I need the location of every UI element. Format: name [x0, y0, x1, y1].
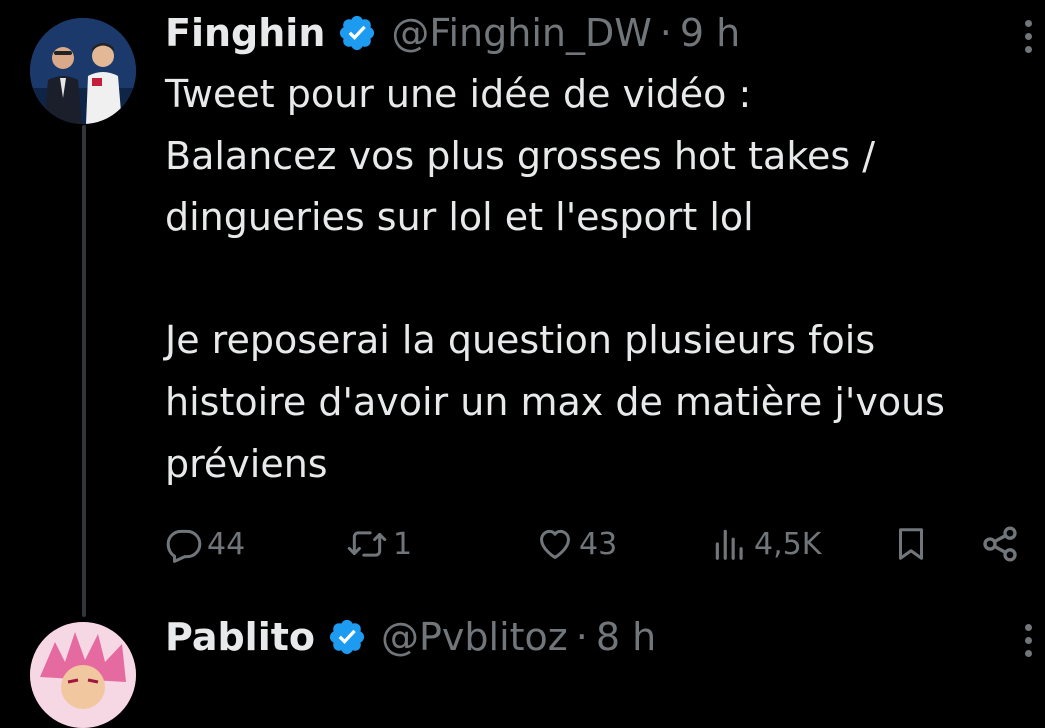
bookmark-icon [899, 528, 923, 560]
retweet-button[interactable]: 1 [345, 520, 412, 568]
separator-dot: · [575, 615, 588, 659]
more-vertical-icon[interactable] [1023, 20, 1033, 56]
retweet-icon [347, 531, 387, 557]
avatar-image [30, 18, 136, 124]
author-handle[interactable]: @Pvblitoz [381, 614, 568, 660]
verified-badge-icon [329, 619, 365, 655]
tweet-text: Tweet pour une idée de vidéo : Balancez … [165, 64, 1035, 495]
reply-count: 44 [207, 526, 246, 562]
reply-icon [166, 529, 202, 563]
author-name[interactable]: Finghin [165, 10, 325, 56]
author-handle[interactable]: @Finghin_DW [391, 10, 651, 56]
tweet-text-blank-line [165, 249, 1035, 311]
views-icon [715, 529, 743, 560]
more-vertical-icon[interactable] [1023, 624, 1033, 660]
tweet-text-line: Balancez vos plus grosses hot takes / [165, 133, 876, 178]
separator-dot: · [659, 11, 672, 55]
avatar-image [30, 622, 136, 728]
tweet-timestamp[interactable]: 8 h [596, 614, 656, 660]
avatar[interactable] [30, 622, 136, 728]
retweet-count: 1 [393, 526, 413, 562]
tweet-timestamp[interactable]: 9 h [680, 10, 740, 56]
tweet-text-line: préviens [165, 441, 328, 486]
tweet-text-line: Tweet pour une idée de vidéo : [165, 72, 752, 116]
views-button[interactable]: 4,5K [710, 520, 821, 568]
author-name[interactable]: Pablito [165, 614, 315, 660]
like-count: 43 [579, 526, 618, 562]
heart-icon [540, 529, 570, 559]
tweet-text-line: Je reposerai la question plusieurs fois [165, 318, 876, 363]
tweet-header: Finghin @Finghin_DW · 9 h [165, 10, 740, 56]
tweet-header: Pablito @Pvblitoz · 8 h [165, 614, 656, 660]
bookmark-button[interactable] [893, 520, 929, 568]
avatar[interactable] [30, 18, 136, 124]
reply-button[interactable]: 44 [165, 520, 245, 568]
verified-badge-icon [340, 15, 375, 51]
tweet-text-line: dingueries sur lol et l'esport lol [165, 195, 754, 240]
views-count: 4,5K [754, 526, 822, 562]
share-icon [983, 526, 1017, 562]
share-button[interactable] [980, 520, 1020, 568]
like-button[interactable]: 43 [535, 520, 617, 568]
tweet-actions-bar: 44 1 43 4,5K [165, 520, 1035, 568]
tweet-text-line: histoire d'avoir un max de matière j'vou… [165, 379, 945, 424]
thread-connector-line [82, 125, 86, 617]
